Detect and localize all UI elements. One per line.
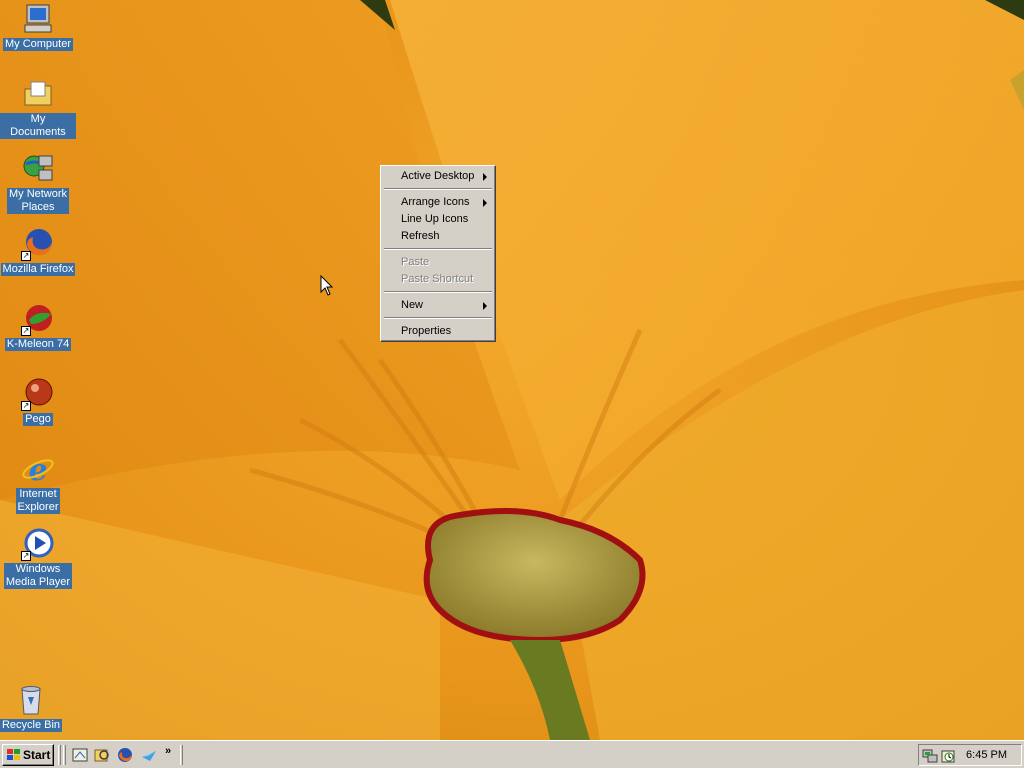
menu-item-label: Paste	[401, 256, 430, 268]
shortcut-arrow-icon: ↗	[21, 326, 31, 336]
desktop-icon-label: K-Meleon 74	[4, 338, 72, 351]
submenu-arrow-icon	[483, 173, 487, 181]
toolbar-separator	[58, 745, 61, 765]
menu-item-label: Paste Shortcut	[401, 273, 474, 285]
desktop-icon-network-places[interactable]: My Network Places	[0, 152, 76, 214]
menu-item-refresh[interactable]: Refresh	[383, 228, 493, 245]
pego-icon: ↗	[21, 377, 55, 411]
desktop-context-menu: Active Desktop Arrange Icons Line Up Ico…	[380, 165, 496, 342]
desktop-icon-label: Internet Explorer	[15, 488, 61, 514]
desktop-icon-media-player[interactable]: ↗ Windows Media Player	[0, 527, 76, 589]
desktop-icon-label: My Computer	[2, 38, 74, 51]
network-places-icon	[21, 152, 55, 186]
show-desktop-icon[interactable]	[71, 747, 89, 763]
menu-item-label: Arrange Icons	[401, 196, 470, 208]
desktop-icon-recycle-bin[interactable]: Recycle Bin	[0, 683, 69, 732]
start-label: Start	[23, 748, 51, 762]
my-documents-icon	[21, 77, 55, 111]
shortcut-arrow-icon: ↗	[21, 551, 31, 561]
desktop-icon-label: My Documents	[0, 113, 76, 139]
menu-separator	[384, 248, 492, 250]
menu-item-label: Active Desktop	[401, 170, 475, 182]
k-meleon-icon: ↗	[21, 302, 55, 336]
submenu-arrow-icon	[483, 199, 487, 207]
submenu-arrow-icon	[483, 302, 487, 310]
menu-separator	[384, 188, 492, 190]
menu-item-label: Refresh	[401, 230, 440, 242]
clock[interactable]: 6:45 PM	[966, 749, 1007, 761]
menu-item-line-up-icons[interactable]: Line Up Icons	[383, 211, 493, 228]
windows-flag-icon	[7, 749, 20, 760]
desktop-icon-label: Windows Media Player	[3, 563, 73, 589]
menu-item-label: Properties	[401, 325, 452, 337]
explorer-icon[interactable]	[93, 747, 111, 763]
firefox-icon[interactable]	[116, 747, 134, 763]
recycle-bin-icon	[14, 683, 48, 717]
toolbar-separator	[180, 745, 183, 765]
outlook-express-icon[interactable]	[140, 747, 158, 763]
desktop-icon-firefox[interactable]: ↗ Mozilla Firefox	[0, 227, 76, 276]
svg-text:e: e	[28, 453, 47, 486]
quick-launch-grip[interactable]	[63, 745, 66, 765]
shortcut-arrow-icon: ↗	[21, 251, 31, 261]
media-player-icon: ↗	[21, 527, 55, 561]
start-button[interactable]: Start	[2, 744, 54, 766]
taskbar: Start » 6:45 PM	[0, 740, 1024, 768]
menu-item-label: Line Up Icons	[401, 213, 469, 225]
desktop-icon-k-meleon[interactable]: ↗ K-Meleon 74	[0, 302, 76, 351]
menu-item-active-desktop[interactable]: Active Desktop	[383, 168, 493, 185]
desktop-icon-label: Recycle Bin	[0, 719, 63, 732]
menu-item-properties[interactable]: Properties	[383, 323, 493, 340]
desktop-wallpaper[interactable]	[0, 0, 1024, 740]
system-tray: 6:45 PM	[918, 744, 1022, 766]
desktop-icon-label: Pego	[23, 413, 53, 426]
menu-item-new[interactable]: New	[383, 297, 493, 314]
desktop-icon-internet-explorer[interactable]: e Internet Explorer	[0, 452, 76, 514]
desktop-icon-label: My Network Places	[6, 188, 70, 214]
menu-item-arrange-icons[interactable]: Arrange Icons	[383, 194, 493, 211]
scheduler-tray-icon[interactable]	[940, 748, 956, 764]
desktop-icon-my-computer[interactable]: My Computer	[0, 2, 76, 51]
desktop-icon-label: Mozilla Firefox	[0, 263, 76, 276]
firefox-icon: ↗	[21, 227, 55, 261]
desktop-icon-pego[interactable]: ↗ Pego	[0, 377, 76, 426]
menu-item-paste: Paste	[383, 254, 493, 271]
network-tray-icon[interactable]	[922, 748, 938, 764]
internet-explorer-icon: e	[21, 452, 55, 488]
mouse-pointer-icon	[320, 275, 334, 296]
menu-separator	[384, 291, 492, 293]
menu-item-paste-shortcut: Paste Shortcut	[383, 271, 493, 288]
menu-item-label: New	[401, 299, 424, 311]
shortcut-arrow-icon: ↗	[21, 401, 31, 411]
menu-separator	[384, 317, 492, 319]
desktop-icon-my-documents[interactable]: My Documents	[0, 77, 76, 139]
my-computer-icon	[21, 2, 55, 36]
